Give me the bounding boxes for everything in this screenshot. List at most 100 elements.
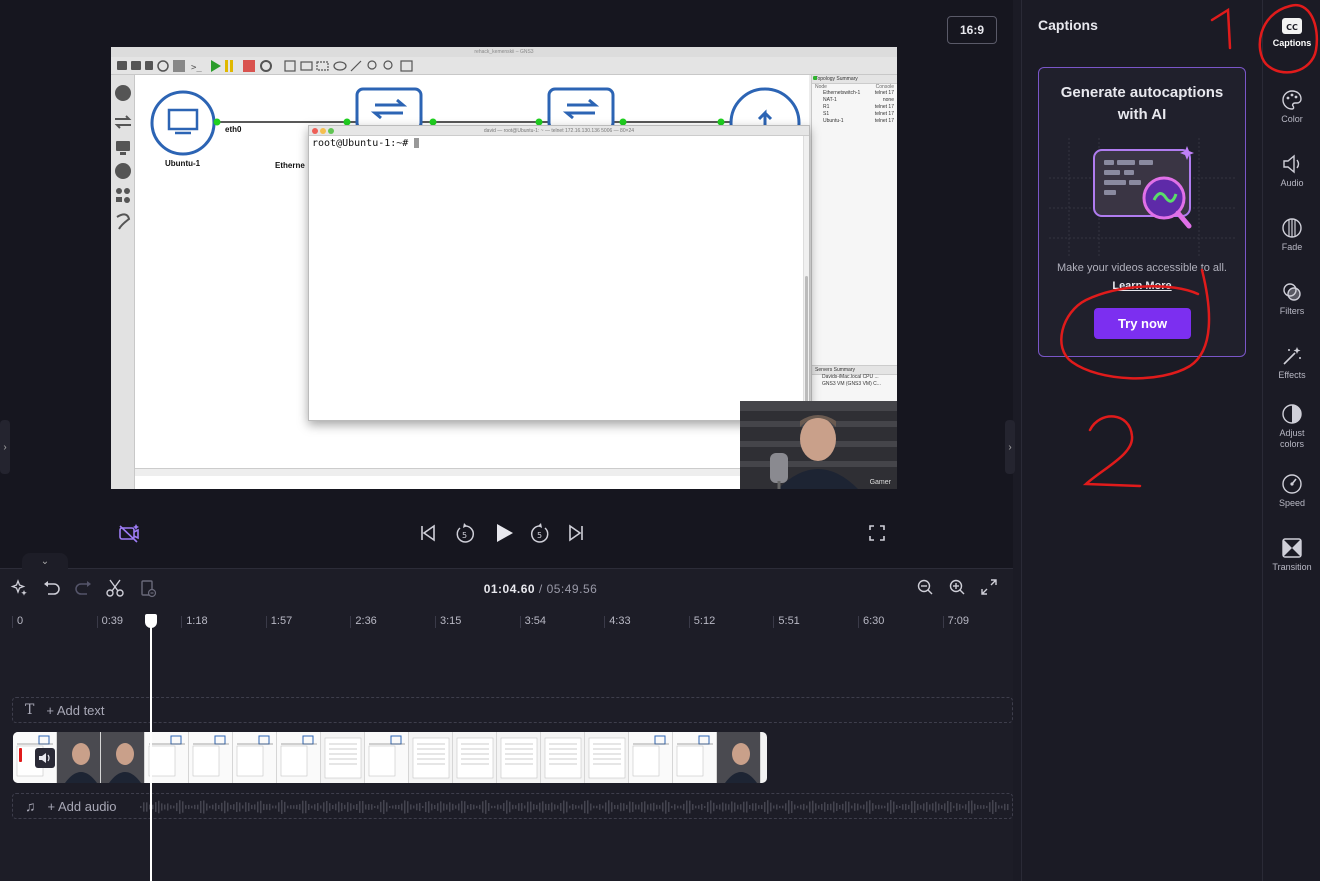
- current-time: 01:04.60: [483, 582, 536, 596]
- server-row[interactable]: GNS3 VM (GNS3 VM) C...: [812, 381, 897, 388]
- playhead-line[interactable]: [150, 614, 152, 881]
- topology-row[interactable]: Ubuntu-1 telnet 17: [812, 76, 897, 125]
- ruler-tick: 1:18: [181, 616, 208, 628]
- rail-item-adjust-colors[interactable]: Adjust colors: [1263, 403, 1320, 450]
- contrast-icon: [1282, 404, 1302, 424]
- promo-title: Generate autocaptions with AI: [1060, 84, 1224, 123]
- playhead-handle[interactable]: [145, 614, 157, 628]
- clip-thumbnail: [321, 732, 365, 783]
- rail-item-captions[interactable]: CC Captions: [1263, 17, 1320, 48]
- rail-item-filters[interactable]: Filters: [1263, 281, 1320, 316]
- right-tool-rail: CC Captions Color Audio Fade Filters Eff…: [1262, 0, 1320, 881]
- rail-item-effects[interactable]: Effects: [1263, 345, 1320, 380]
- fit-timeline-icon[interactable]: [980, 578, 998, 598]
- video-preview[interactable]: rehack_kemenskii – GNS3 >_ Ubuntu-1 eth0…: [111, 47, 897, 489]
- magic-camera-icon[interactable]: [118, 522, 140, 544]
- filters-icon: [1283, 283, 1301, 301]
- add-audio-label: + Add audio: [47, 798, 117, 814]
- fade-icon: [1282, 218, 1302, 238]
- zoom-in-icon[interactable]: [948, 578, 966, 598]
- topology-row[interactable]: Ethernetswitch-1 telnet 17: [812, 76, 897, 97]
- gns3-toolbar-icons: >_: [117, 60, 413, 73]
- ruler-tick: 3:15: [435, 616, 461, 628]
- clip-thumbnail: [541, 732, 585, 783]
- topology-row[interactable]: R1 telnet 17: [812, 76, 897, 111]
- terminal-window[interactable]: david — root@Ubuntu-1: ~ — telnet 172.16…: [308, 125, 810, 421]
- clip-audio-speaker-icon[interactable]: [35, 748, 55, 768]
- topology-row-node: S1: [823, 111, 830, 117]
- collapse-timeline-tab[interactable]: ⌄: [22, 553, 68, 569]
- status-dot-icon: [813, 76, 817, 80]
- panel-title: Captions: [1038, 17, 1098, 33]
- cc-icon: CC: [1282, 18, 1302, 34]
- clip-thumbnail: [497, 732, 541, 783]
- topology-summary-header: Topology Summary: [812, 75, 897, 84]
- clip-thumbnail: [717, 732, 761, 783]
- left-panel-expand-handle[interactable]: ›: [0, 420, 10, 474]
- captions-panel: Captions Generate autocaptions with AI M…: [1021, 0, 1261, 881]
- terminal-title: david — root@Ubuntu-1: ~ — telnet 172.16…: [483, 128, 635, 134]
- webcam-caption: Gamer: [869, 479, 891, 486]
- clip-thumbnail: [233, 732, 277, 783]
- play-button[interactable]: [492, 521, 516, 545]
- ruler-tick: 1:57: [265, 616, 292, 628]
- add-text-track[interactable]: T + Add text: [12, 697, 1013, 723]
- topology-row-console: telnet 17: [874, 118, 894, 124]
- fullscreen-icon[interactable]: [868, 524, 886, 542]
- topology-row-console: telnet 17: [874, 90, 894, 96]
- rail-item-audio[interactable]: Audio: [1263, 153, 1320, 188]
- rail-item-fade[interactable]: Fade: [1263, 217, 1320, 252]
- ruler-tick: 7:09: [942, 616, 969, 628]
- clip-thumbnail: [57, 732, 101, 783]
- svg-text:5: 5: [537, 531, 542, 540]
- clip-thumbnail: [585, 732, 629, 783]
- ruler-tick: 5:51: [773, 616, 800, 628]
- right-panel-collapse-handle[interactable]: ›: [1005, 420, 1015, 474]
- autocaptions-illustration: [1049, 138, 1235, 256]
- learn-more-link[interactable]: Learn More: [1039, 280, 1245, 292]
- rail-item-transition[interactable]: Transition: [1263, 537, 1320, 572]
- speedometer-icon: [1282, 474, 1302, 494]
- skip-to-end-icon[interactable]: [567, 524, 585, 542]
- rewind-5s-icon[interactable]: 5: [454, 522, 476, 544]
- topology-row-node: R1: [823, 104, 830, 110]
- ruler-tick: 3:54: [519, 616, 546, 628]
- server-row[interactable]: Davids-iMac.local CPU ...: [812, 374, 897, 381]
- clip-thumbnail: [453, 732, 497, 783]
- rail-item-color[interactable]: Color: [1263, 89, 1320, 124]
- ruler-tick: 2:36: [350, 616, 377, 628]
- topology-row[interactable]: S1 telnet 17: [812, 76, 897, 118]
- autocaptions-promo-card: Generate autocaptions with AI Make your …: [1038, 67, 1246, 357]
- clip-thumbnail: [629, 732, 673, 783]
- try-now-button[interactable]: Try now: [1094, 308, 1191, 339]
- topology-rows: Ethernetswitch-1 telnet 17 NAT-1 none R1 teln…: [812, 76, 897, 125]
- zoom-out-icon[interactable]: [916, 578, 934, 598]
- svg-text:>_: >_: [191, 63, 202, 73]
- topology-row-console: none: [882, 97, 894, 103]
- topology-row-console: telnet 17: [874, 104, 894, 110]
- promo-description: Make your videos accessible to all.: [1057, 262, 1227, 274]
- ruler-tick: 4:33: [604, 616, 631, 628]
- ruler-tick: 6:30: [858, 616, 884, 628]
- topology-row-node: Ubuntu-1: [823, 118, 844, 124]
- gns3-window-title: rehack_kemenskii – GNS3: [111, 47, 897, 57]
- terminal-scrollbar[interactable]: [803, 136, 809, 420]
- terminal-titlebar: david — root@Ubuntu-1: ~ — telnet 172.16…: [309, 126, 809, 136]
- clip-thumbnail: [101, 732, 145, 783]
- node-label-ubuntu: Ubuntu-1: [165, 159, 201, 168]
- link-label-eth0: eth0: [225, 125, 242, 134]
- gns3-toolbar: >_: [111, 57, 897, 75]
- rail-item-speed[interactable]: Speed: [1263, 473, 1320, 508]
- servers-rows: Davids-iMac.local CPU ... GNS3 VM (GNS3 V…: [812, 374, 897, 388]
- gns3-device-sidebar: [111, 75, 135, 489]
- video-clip-track[interactable]: [13, 732, 767, 783]
- clip-thumbnail: [277, 732, 321, 783]
- clip-trim-handle[interactable]: [19, 748, 22, 762]
- music-note-icon: ♫: [25, 798, 36, 814]
- aspect-ratio-button[interactable]: 16:9: [947, 16, 997, 44]
- magic-wand-icon: [1283, 347, 1301, 365]
- forward-5s-icon[interactable]: 5: [529, 522, 551, 544]
- topology-row-console: telnet 17: [874, 111, 894, 117]
- topology-row[interactable]: NAT-1 none: [812, 76, 897, 104]
- skip-to-start-icon[interactable]: [419, 524, 437, 542]
